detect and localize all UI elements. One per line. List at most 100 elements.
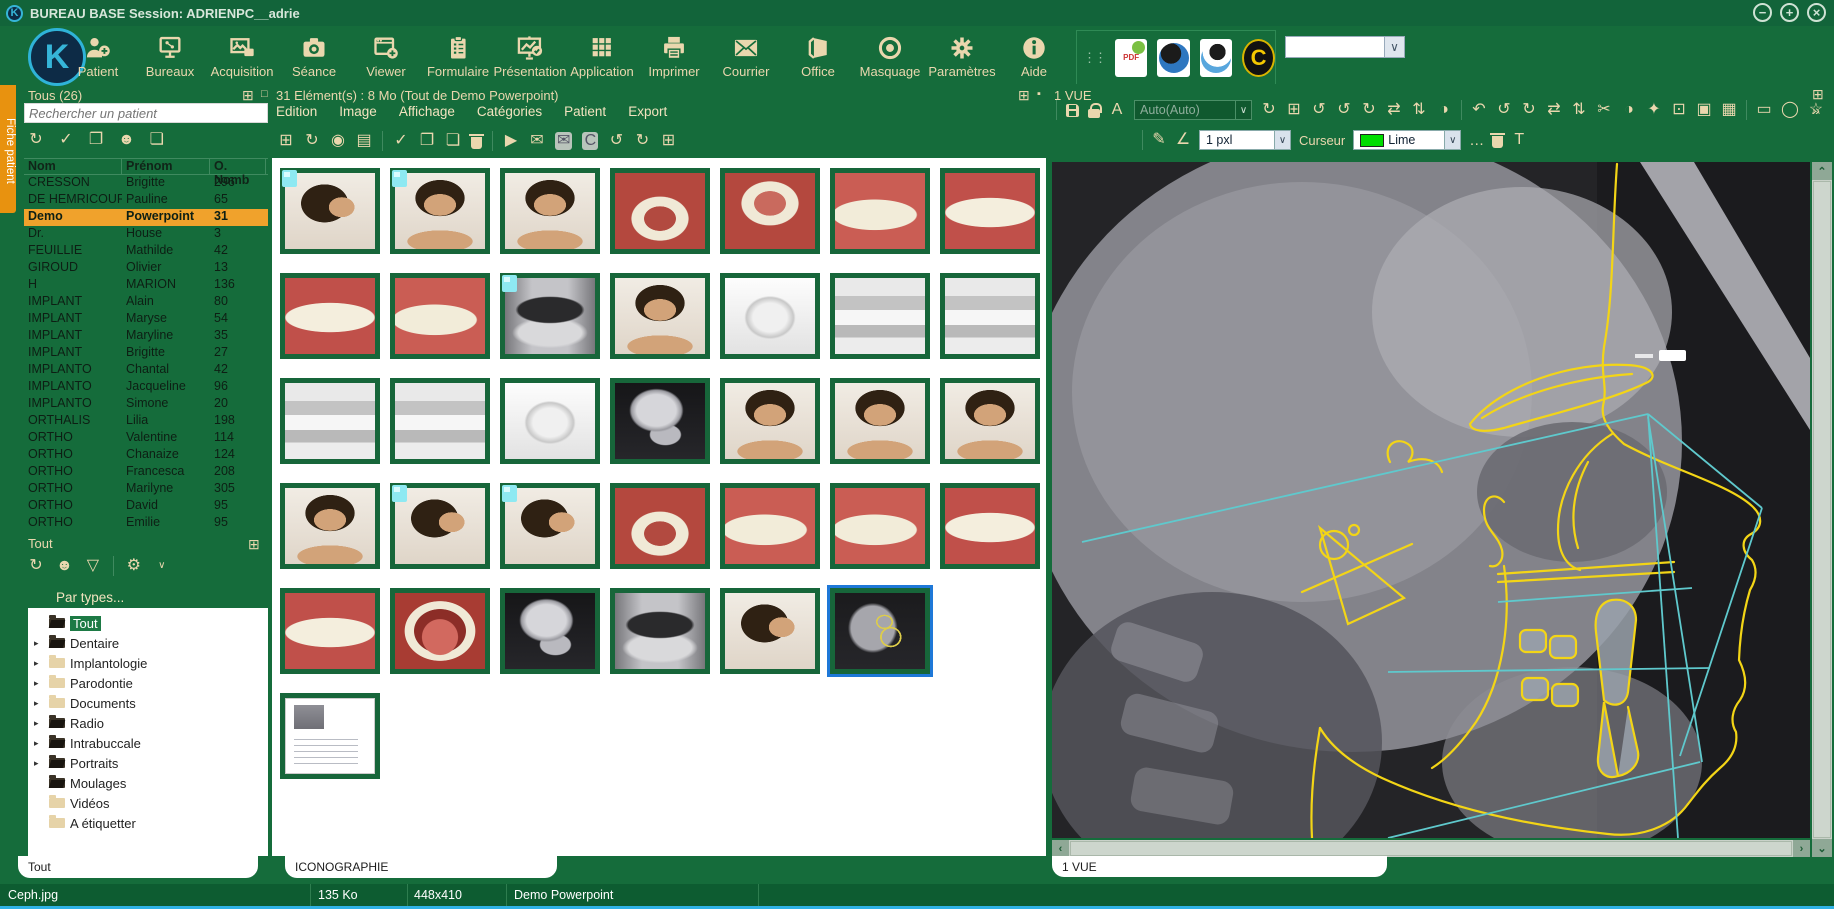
menu-export[interactable]: Export <box>628 104 667 119</box>
thumbnail-is[interactable] <box>390 273 490 359</box>
viewer-grid-icon[interactable]: ⊞ <box>1018 87 1030 104</box>
tree-header[interactable]: Par types... <box>56 590 124 605</box>
select-rect-icon[interactable]: ▭ <box>1756 101 1772 119</box>
flip-h-icon[interactable]: ⇄ <box>1546 101 1562 119</box>
minimize-button[interactable]: − <box>1753 3 1772 22</box>
grid-icon[interactable]: ⊞ <box>1286 101 1302 119</box>
thumbnail-cf[interactable] <box>390 378 490 464</box>
scroll-right-icon[interactable]: › <box>1793 840 1810 857</box>
patient-row[interactable]: ORTHALISLilia198 <box>24 413 268 430</box>
toolbar-button-office[interactable]: Office <box>782 30 854 79</box>
top-dropdown[interactable]: ∨ <box>1285 36 1405 58</box>
tree-item-portraits[interactable]: ▸Portraits <box>28 753 268 773</box>
tree-item-dentaire[interactable]: ▸Dentaire <box>28 633 268 653</box>
thumbnail-is[interactable] <box>830 168 930 254</box>
thumbnail-pf[interactable] <box>390 168 490 254</box>
toolbar-button-courrier[interactable]: Courrier <box>710 30 782 79</box>
thumbnail-iu[interactable] <box>610 168 710 254</box>
flip-v-icon[interactable]: ⇅ <box>1571 101 1587 119</box>
thumbnail-pp[interactable] <box>390 483 490 569</box>
stroke-width-combo[interactable]: 1 pxl∨ <box>1199 130 1291 150</box>
rotate-open-icon[interactable]: ↻ <box>1261 101 1277 119</box>
expand-arrow-icon[interactable]: ▸ <box>34 698 44 709</box>
thumbnail-pf[interactable] <box>280 483 380 569</box>
viewer-horizontal-scrollbar[interactable]: ‹ › <box>1052 840 1810 857</box>
rotate-ccw-icon[interactable]: ↺ <box>1311 101 1327 119</box>
image-alt-icon[interactable]: ▦ <box>1721 101 1737 119</box>
tree-item-intrabuccale[interactable]: ▸Intrabuccale <box>28 733 268 753</box>
refresh-icon[interactable]: ↻ <box>28 131 44 149</box>
check-circle-icon[interactable]: ✓ <box>393 132 409 150</box>
sparkle-icon[interactable]: ✦ <box>1646 101 1662 119</box>
patient-row[interactable]: ORTHOEmilie95 <box>24 515 268 532</box>
toolbar-button-seance[interactable]: Séance <box>278 30 350 79</box>
thumbnail-px[interactable] <box>610 588 710 674</box>
patient-row[interactable]: ORTHOMarilyne305 <box>24 481 268 498</box>
play-video-icon[interactable]: ▶ <box>503 132 519 150</box>
orca-app-icon[interactable] <box>1157 39 1189 77</box>
tree-item-vidos[interactable]: Vidéos <box>28 793 268 813</box>
expand-arrow-icon[interactable]: ▸ <box>34 638 44 649</box>
folders-icon[interactable]: ❐ <box>88 131 104 149</box>
thumbnail-pp[interactable] <box>500 483 600 569</box>
crop-frame-icon[interactable]: ⊡ <box>1671 101 1687 119</box>
thumbnail-cl[interactable] <box>500 378 600 464</box>
patient-row[interactable]: IMPLANTAlain80 <box>24 294 268 311</box>
tree-item-parodontie[interactable]: ▸Parodontie <box>28 673 268 693</box>
pencil-icon[interactable]: ✎ <box>1151 131 1167 149</box>
palette-icon[interactable]: ◑ <box>1436 101 1452 119</box>
thumbnail-cb[interactable] <box>940 273 1040 359</box>
list-settings-icon[interactable]: ▤ <box>356 132 372 150</box>
trash-icon[interactable] <box>1492 136 1503 148</box>
expand-arrow-icon[interactable]: ▸ <box>34 738 44 749</box>
patient-row[interactable]: ORTHOFrancesca208 <box>24 464 268 481</box>
select-ellipse-icon[interactable]: ◯ <box>1781 101 1799 119</box>
thumbnail-cs[interactable] <box>830 273 930 359</box>
thumbnail-cu[interactable] <box>720 273 820 359</box>
toolbar-button-formulaire[interactable]: Formulaire <box>422 30 494 79</box>
tree-item-atiquetter[interactable]: A étiquetter <box>28 813 268 833</box>
thumbnail-px[interactable] <box>500 273 600 359</box>
c-badge-app-icon[interactable]: C <box>1242 39 1275 77</box>
pdf-export-icon[interactable]: PDF <box>1115 39 1147 77</box>
refresh-icon[interactable]: ↻ <box>304 132 320 150</box>
thumbnail-is[interactable] <box>720 483 820 569</box>
thumbnail-it[interactable] <box>390 588 490 674</box>
patient-row[interactable]: IMPLANTOSimone20 <box>24 396 268 413</box>
flip-v-icon[interactable]: ⇅ <box>1411 101 1427 119</box>
search-input[interactable] <box>24 103 268 123</box>
menu-image[interactable]: Image <box>339 104 377 119</box>
patient-table-header[interactable]: NomPrénomO. Nomb <box>24 158 268 175</box>
floppy-icon[interactable] <box>1066 104 1079 117</box>
patient-row[interactable]: IMPLANTMaryse54 <box>24 311 268 328</box>
tree-grid-icon[interactable]: ⊞ <box>248 536 260 553</box>
patient-row[interactable]: FEUILLIEMathilde42 <box>24 243 268 260</box>
thumbnail-pf[interactable] <box>610 273 710 359</box>
thumbnail-pf[interactable] <box>830 378 930 464</box>
patient-row[interactable]: ORTHOChanaize124 <box>24 447 268 464</box>
vertical-scroll-thumb[interactable] <box>1813 181 1831 838</box>
thumbnail-if[interactable] <box>280 588 380 674</box>
thumbnail-cs[interactable] <box>280 378 380 464</box>
refresh-icon[interactable]: ↻ <box>28 557 44 575</box>
font-a-icon[interactable]: A <box>1109 101 1125 119</box>
gear-caret-icon[interactable]: ∨ <box>154 557 170 575</box>
thumbnail-iu[interactable] <box>610 483 710 569</box>
paste-icon[interactable]: ❏ <box>445 132 461 150</box>
patient-row[interactable]: IMPLANTOJacqueline96 <box>24 379 268 396</box>
more-options-button[interactable]: … <box>1469 132 1484 149</box>
trash-icon[interactable] <box>471 137 482 149</box>
thumbnail-pp[interactable] <box>280 168 380 254</box>
thumbnail-pf[interactable] <box>940 378 1040 464</box>
orca-app-2-icon[interactable] <box>1200 39 1232 77</box>
patient-row[interactable]: CRESSONBrigitte296 <box>24 175 268 192</box>
rotate-ccw2-icon[interactable]: ↺ <box>1336 101 1352 119</box>
tree-item-tout[interactable]: Tout <box>28 613 268 633</box>
ceph-xray-viewport[interactable] <box>1052 162 1810 838</box>
select-star-icon[interactable]: ☆ <box>1808 101 1824 119</box>
export-list-icon[interactable]: ❏ <box>149 131 165 149</box>
rotate-cw-icon[interactable]: ↻ <box>1361 101 1377 119</box>
rotate-ccw-icon[interactable]: ↺ <box>608 132 624 150</box>
undo-icon[interactable]: ↶ <box>1471 101 1487 119</box>
patient-row[interactable]: HMARION136 <box>24 277 268 294</box>
